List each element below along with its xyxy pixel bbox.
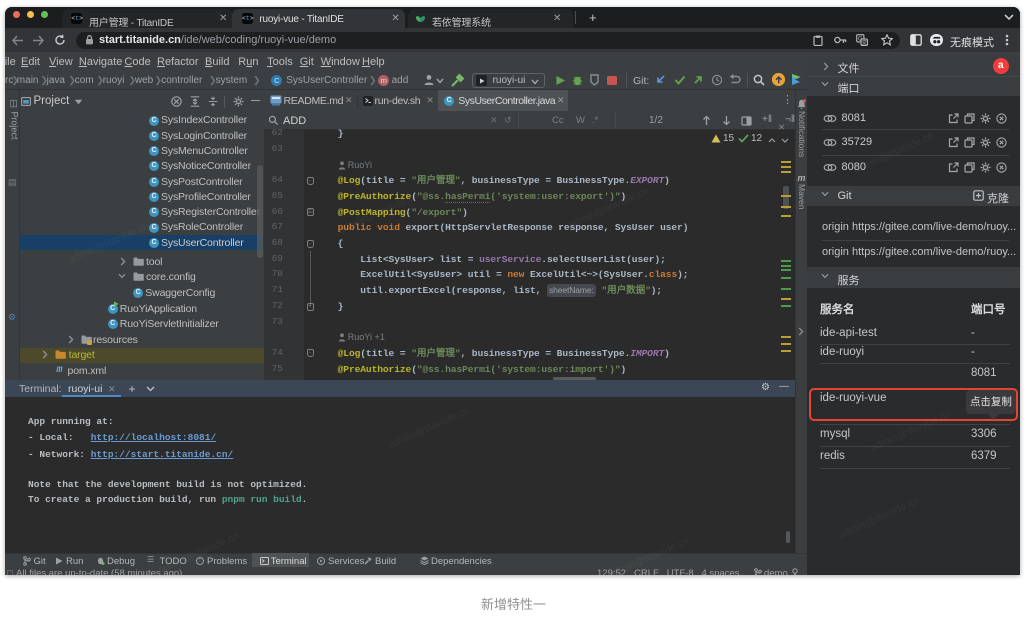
svg-text:文: 文 — [861, 38, 867, 46]
